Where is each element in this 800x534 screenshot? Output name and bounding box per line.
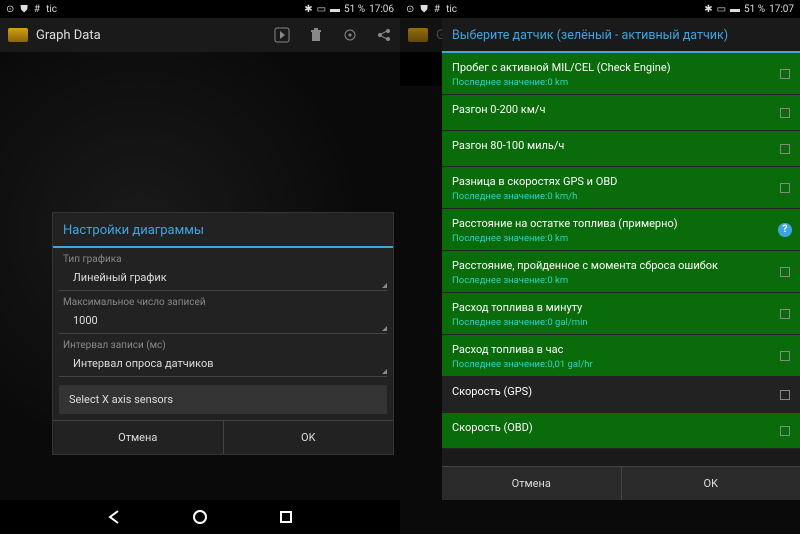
nav-bar: [0, 500, 400, 534]
max-label: Максимальное число записей: [53, 291, 393, 310]
status-icon: ⊙: [6, 4, 14, 15]
sensor-checkbox[interactable]: [780, 144, 790, 154]
bluetooth-icon: ✱: [304, 4, 312, 15]
type-dropdown[interactable]: Линейный график: [59, 267, 387, 291]
sensor-title: Расход топлива в минуту: [452, 301, 790, 314]
sensor-title: Разница в скоростях GPS и OBD: [452, 175, 790, 188]
sensor-item[interactable]: Расстояние на остатке топлива (примерно)…: [442, 209, 800, 251]
clock: 17:07: [769, 4, 794, 15]
recent-button[interactable]: [278, 509, 294, 525]
chart-settings-dialog: Настройки диаграммы Тип графика Линейный…: [52, 212, 394, 455]
type-label: Тип графика: [53, 248, 393, 267]
signal-icon: ▭: [717, 4, 726, 15]
trash-icon[interactable]: [308, 27, 324, 43]
carrier-label: tic: [46, 4, 57, 15]
sensor-item[interactable]: Расход топлива в минуту Последнее значени…: [442, 293, 800, 335]
cancel-button[interactable]: Отмена: [442, 467, 622, 500]
left-screen: ⊙ ⛊ # tic ✱ ▭ ▬ 51 % 17:06 Graph Data На…: [0, 0, 400, 534]
sensor-title: Расстояние на остатке топлива (примерно): [452, 217, 790, 230]
sensor-item[interactable]: Скорость (OBD): [442, 413, 800, 449]
sensor-last-value: Последнее значение:0 km: [452, 275, 790, 286]
app-bar: Graph Data: [0, 18, 400, 52]
sensor-checkbox[interactable]: [780, 426, 790, 436]
sensor-checkbox[interactable]: [780, 108, 790, 118]
info-icon[interactable]: ?: [778, 223, 792, 237]
sensor-title: Разгон 0-200 км/ч: [452, 103, 790, 116]
clock: 17:06: [369, 4, 394, 15]
select-x-button[interactable]: Select X axis sensors: [59, 385, 387, 414]
sensor-select-dialog: Выберите датчик (зелёный - активный датч…: [442, 18, 800, 500]
sensor-title: Расход топлива в час: [452, 343, 790, 356]
carrier-label: tic: [446, 4, 457, 15]
status-icon: ⛊: [420, 4, 428, 15]
battery-icon: ▬: [330, 4, 340, 15]
sensor-title: Пробег с активной MIL/CEL (Check Engine): [452, 61, 790, 74]
battery-icon: ▬: [730, 4, 740, 15]
app-icon: [8, 28, 28, 42]
target-icon[interactable]: [342, 27, 358, 43]
status-hash-icon: #: [434, 4, 440, 15]
sensor-title: Скорость (GPS): [452, 385, 790, 398]
max-dropdown[interactable]: 1000: [59, 310, 387, 334]
back-button[interactable]: [106, 509, 122, 525]
sensor-checkbox[interactable]: [780, 351, 790, 361]
sensor-checkbox[interactable]: [780, 309, 790, 319]
sensor-list[interactable]: Пробег с активной MIL/CEL (Check Engine)…: [442, 53, 800, 466]
sensor-title: Расстояние, пройденное с момента сброса …: [452, 259, 790, 272]
status-bar: ⊙ ⛊ # tic ✱ ▭ ▬ 51 % 17:07: [400, 0, 800, 18]
app-title: Graph Data: [36, 28, 266, 43]
interval-dropdown[interactable]: Интервал опроса датчиков: [59, 353, 387, 377]
status-icon: ⛊: [20, 4, 28, 15]
sensor-checkbox[interactable]: [780, 69, 790, 79]
status-icon: ⊙: [406, 4, 414, 15]
sensor-checkbox[interactable]: [780, 267, 790, 277]
right-screen: ⊙ ⛊ # tic ✱ ▭ ▬ 51 % 17:07 Graph Data Вы…: [400, 0, 800, 534]
ok-button[interactable]: OK: [224, 421, 394, 454]
sensor-checkbox[interactable]: [780, 183, 790, 193]
sensor-item[interactable]: Разгон 80-100 миль/ч: [442, 131, 800, 167]
sensor-item[interactable]: Пробег с активной MIL/CEL (Check Engine)…: [442, 53, 800, 95]
ok-button[interactable]: OK: [622, 467, 800, 500]
content-area: Настройки диаграммы Тип графика Линейный…: [0, 52, 400, 500]
sensor-last-value: Последнее значение:0 km/h: [452, 191, 790, 202]
sensor-item[interactable]: Скорость (GPS): [442, 377, 800, 413]
sensor-item[interactable]: Расход топлива в час Последнее значение:0…: [442, 335, 800, 377]
interval-label: Интервал записи (мс): [53, 334, 393, 353]
dialog-title: Настройки диаграммы: [53, 213, 393, 248]
play-icon[interactable]: [274, 27, 290, 43]
sensor-checkbox[interactable]: [780, 390, 790, 400]
status-bar: ⊙ ⛊ # tic ✱ ▭ ▬ 51 % 17:06: [0, 0, 400, 18]
share-icon[interactable]: [376, 27, 392, 43]
dialog-title: Выберите датчик (зелёный - активный датч…: [442, 18, 800, 53]
status-hash-icon: #: [34, 4, 40, 15]
signal-icon: ▭: [317, 4, 326, 15]
battery-pct: 51 %: [744, 4, 765, 15]
sensor-last-value: Последнее значение:0 gal/min: [452, 317, 790, 328]
sensor-title: Скорость (OBD): [452, 421, 790, 434]
sensor-item[interactable]: Разница в скоростях GPS и OBD Последнее з…: [442, 167, 800, 209]
sensor-title: Разгон 80-100 миль/ч: [452, 139, 790, 152]
sensor-item[interactable]: Разгон 0-200 км/ч: [442, 95, 800, 131]
cancel-button[interactable]: Отмена: [53, 421, 224, 454]
home-button[interactable]: [192, 509, 208, 525]
sensor-item[interactable]: Расстояние, пройденное с момента сброса …: [442, 251, 800, 293]
sensor-last-value: Последнее значение:0 km: [452, 77, 790, 88]
sensor-last-value: Последнее значение:0 km: [452, 233, 790, 244]
sensor-last-value: Последнее значение:0,01 gal/hr: [452, 359, 790, 370]
battery-pct: 51 %: [344, 4, 365, 15]
bluetooth-icon: ✱: [704, 4, 712, 15]
